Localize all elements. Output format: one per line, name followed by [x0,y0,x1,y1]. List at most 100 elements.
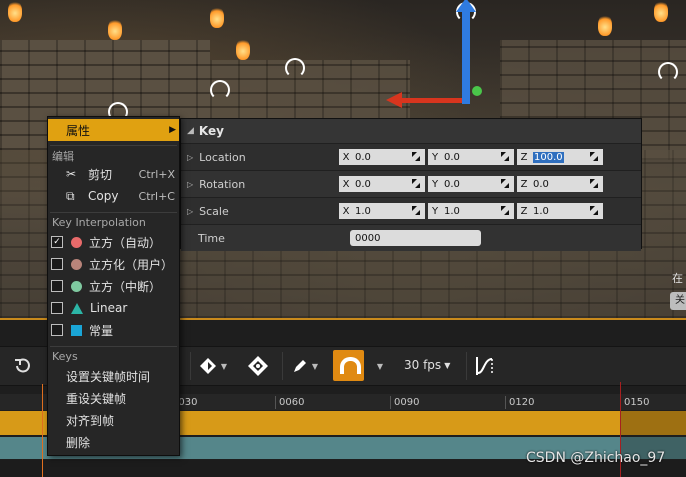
menu-item-linear[interactable]: Linear [48,297,179,319]
time-row: Time 0000 [181,224,641,251]
playhead[interactable] [42,384,43,477]
checkbox-unchecked[interactable] [51,302,63,314]
expand-triangle-icon[interactable]: ▷ [187,207,193,216]
pen-tool-dropdown[interactable]: ▼ [282,352,327,380]
time-label: Time [198,231,225,245]
undo-icon [15,358,30,373]
rotation-y-field[interactable]: Y 0.0 [428,176,514,192]
submenu-arrow-icon: ▶ [169,125,176,135]
curve-editor-button[interactable] [466,352,503,380]
key-category-title: Key [198,124,224,138]
key-diamond-icon [199,358,216,374]
side-panel-button[interactable]: 关 [670,292,686,310]
move-keys-button[interactable] [244,352,272,380]
scale-z-field[interactable]: Z 1.0 [517,203,603,219]
four-way-arrow-icon [248,356,268,376]
key-shape-dropdown[interactable]: ▼ [190,352,235,380]
side-panel-text: 在 [672,272,683,285]
drag-arrow-icon [590,179,598,188]
torch-flame [654,0,668,22]
spline-point-handle[interactable] [210,80,230,100]
location-row: ▷ Location X 0.0 Y 0.0 Z 100.0 [181,143,641,170]
torch-flame [8,0,22,22]
key-context-menu: 属性 ▶ 编辑 ✂ 剪切 Ctrl+X ⧉ Copy Ctrl+C Key In… [47,116,180,456]
drag-arrow-icon [501,206,509,215]
scale-row: ▷ Scale X 1.0 Y 1.0 Z 1.0 [181,197,641,224]
rotation-label: Rotation [199,177,246,191]
rotation-z-field[interactable]: Z 0.0 [517,176,603,192]
collapse-triangle-icon: ◢ [187,126,194,136]
ruler-label: 0120 [509,397,535,408]
checkbox-unchecked[interactable] [51,324,63,336]
curve-editor-icon [476,357,493,375]
checkbox-checked[interactable]: ✓ [51,236,63,248]
copy-icon: ⧉ [66,188,75,203]
menu-item-cut[interactable]: ✂ 剪切 Ctrl+X [48,163,179,185]
torch-flame [210,6,224,28]
scale-x-field[interactable]: X 1.0 [339,203,425,219]
scale-y-field[interactable]: Y 1.0 [428,203,514,219]
snap-magnet-button[interactable] [333,350,364,381]
menu-item-properties[interactable]: 属性 ▶ [48,119,179,141]
drag-arrow-icon [501,152,509,161]
transform-gizmo-x-arrow[interactable] [386,92,462,108]
pen-icon [293,360,306,372]
rotation-row: ▷ Rotation X 0.0 Y 0.0 Z 0.0 [181,170,641,197]
checkbox-unchecked[interactable] [51,258,63,270]
drag-arrow-icon [412,152,420,161]
scissors-icon: ✂ [66,167,77,181]
chevron-down-icon: ▼ [376,361,384,371]
torch-flame [236,38,250,60]
key-details-panel: ◢ Key ▷ Location X 0.0 Y 0.0 Z 100.0 ▷ Rota… [180,118,642,251]
drag-arrow-icon [501,179,509,188]
menu-item-cubic-auto[interactable]: ✓ 立方（自动） [48,231,179,253]
drag-arrow-icon [590,152,598,161]
chevron-down-icon: ▼ [444,360,451,370]
torch-flame [108,18,122,40]
location-y-field[interactable]: Y 0.0 [428,149,514,165]
location-z-field[interactable]: Z 100.0 [517,149,603,165]
drag-arrow-icon [590,206,598,215]
menu-item-copy[interactable]: ⧉ Copy Ctrl+C [48,185,179,207]
drag-arrow-icon [412,206,420,215]
checkbox-unchecked[interactable] [51,280,63,292]
menu-item-delete[interactable]: 删除 [48,431,179,453]
chevron-down-icon: ▼ [220,361,228,371]
ruler-label: 0150 [624,397,650,408]
expand-triangle-icon[interactable]: ▷ [187,153,193,162]
menu-item-rekey[interactable]: 重设关键帧 [48,387,179,409]
rotation-x-field[interactable]: X 0.0 [339,176,425,192]
expand-triangle-icon[interactable]: ▷ [187,180,193,189]
menu-item-constant[interactable]: 常量 [48,319,179,341]
time-field[interactable]: 0000 [350,230,481,246]
menu-item-set-key-time[interactable]: 设置关键帧时间 [48,365,179,387]
track-section-orange-out-of-range [620,411,686,435]
transform-gizmo-z-arrow[interactable] [456,0,476,104]
interp-color-dot-icon [71,280,82,292]
snap-dropdown-caret[interactable]: ▼ [370,352,390,380]
transform-gizmo-y-handle[interactable] [472,86,482,96]
key-category-header[interactable]: ◢ Key [181,119,641,143]
scale-label: Scale [199,204,229,218]
menu-item-snap-to-frame[interactable]: 对齐到帧 [48,409,179,431]
watermark: CSDN @Zhichao_97 [526,450,666,466]
constant-square-icon [71,324,82,336]
ruler-label: 0060 [279,397,305,408]
frame-rate-dropdown[interactable]: 30 fps ▼ [404,350,450,380]
undo-button[interactable] [8,352,38,380]
location-x-field[interactable]: X 0.0 [339,149,425,165]
interp-color-dot-icon [71,258,82,270]
chevron-down-icon: ▼ [311,361,319,371]
menu-section-edit: 编辑 [52,150,74,163]
menu-section-keys: Keys [52,350,78,363]
menu-item-cubic-break[interactable]: 立方（中断） [48,275,179,297]
torch-flame [598,14,612,36]
ruler-label: 0090 [394,397,420,408]
drag-arrow-icon [412,179,420,188]
interp-color-dot-icon [71,236,82,248]
menu-section-interpolation: Key Interpolation [52,216,146,229]
menu-item-cubic-user[interactable]: 立方化（用户） [48,253,179,275]
spline-point-handle[interactable] [285,58,305,78]
spline-point-handle[interactable] [658,62,678,82]
linear-triangle-icon [71,302,83,314]
